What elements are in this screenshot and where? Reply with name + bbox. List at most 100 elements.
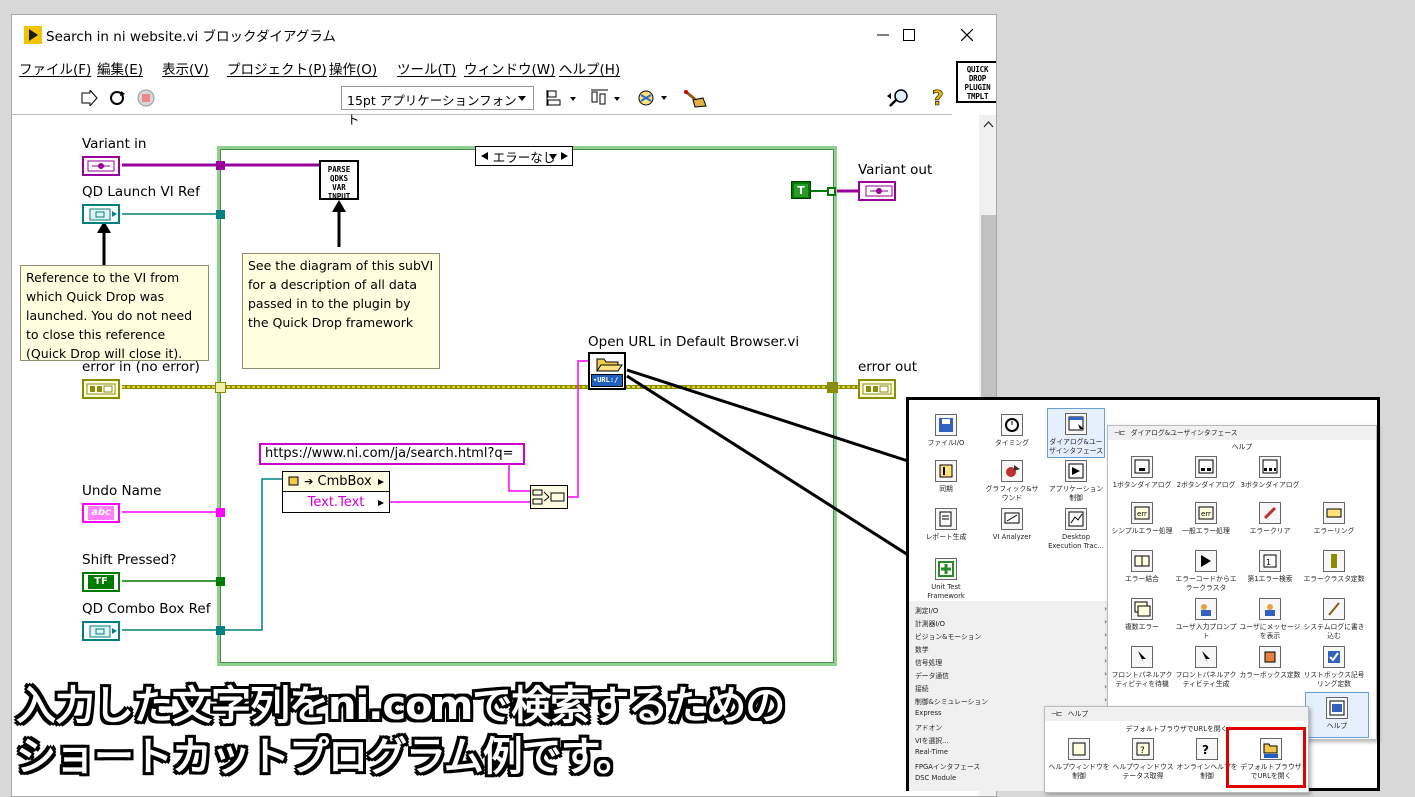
palette-vi-analyzer[interactable]: VI Analyzer	[983, 508, 1041, 542]
palette-application-control[interactable]: アプリケーション制御	[1047, 460, 1105, 502]
menu-window[interactable]: ウィンドウ(W)	[464, 58, 555, 78]
write-to-system-log[interactable]: システムログに書き込む	[1302, 598, 1366, 640]
parse-qdks-subvi[interactable]: PARSE QDKS VAR INPUT	[319, 160, 359, 201]
category-instrument-io[interactable]: 計測器I/O ›	[915, 618, 1107, 628]
category-connectivity[interactable]: 接続 ›	[915, 683, 1107, 693]
close-button[interactable]	[944, 21, 990, 49]
display-message-to-user[interactable]: ユーザにメッセージを表示	[1238, 598, 1302, 640]
palette-synchronization[interactable]: 同期	[917, 460, 975, 494]
sub-item-label: ユーザ入力プロンプト	[1175, 623, 1237, 640]
label-undo-name: Undo Name	[82, 483, 162, 499]
category-signal-processing[interactable]: 信号処理 ›	[915, 657, 1107, 667]
terminal-variant-out[interactable]	[858, 181, 896, 201]
terminal-qd-combo-ref[interactable]	[82, 621, 120, 641]
property-node-class: CmbBox	[317, 474, 372, 489]
vi-analyzer-icon	[1001, 508, 1023, 530]
general-error-handler[interactable]: err 一般エラー処理	[1174, 502, 1238, 536]
true-constant[interactable]: T	[791, 181, 811, 199]
palette-timing[interactable]: タイミング	[983, 414, 1041, 448]
subpalette-title: ダイアログ&ユーザインタフェース	[1130, 429, 1238, 437]
wait-for-front-panel-activity[interactable]: フロントパネルアクティビティを待機	[1110, 646, 1174, 688]
menu-view[interactable]: 表示(V)	[162, 58, 209, 78]
control-help-window[interactable]: ヘルプウィンドウを制御	[1047, 738, 1111, 780]
category-mathematics[interactable]: 数学 ›	[915, 644, 1107, 654]
run-button[interactable]	[78, 87, 100, 109]
color-box-constant[interactable]: カラーボックス定数	[1238, 646, 1302, 680]
category-data-communication[interactable]: データ通信 ›	[915, 670, 1107, 680]
merge-errors[interactable]: エラー結合	[1110, 550, 1174, 584]
simple-error-handler[interactable]: err シンプルエラー処理	[1110, 502, 1174, 536]
menu-tools[interactable]: ツール(T)	[397, 58, 456, 78]
url-string-constant[interactable]: https://www.ni.com/ja/search.html?q=	[259, 443, 525, 465]
align-objects-button[interactable]	[545, 87, 579, 109]
menu-help[interactable]: ヘルプ(H)	[559, 58, 620, 78]
reorder-button[interactable]	[634, 87, 670, 109]
generate-front-panel-activity[interactable]: フロントパネルアクティビティ生成	[1174, 646, 1238, 688]
variant-icon	[87, 160, 115, 172]
case-selector[interactable]: エラーなし	[475, 146, 573, 166]
category-label: ビジョン&モーション	[915, 633, 982, 641]
labview-app-icon	[24, 26, 42, 44]
listbox-symbol-ring-constant[interactable]: リストボックス記号リング定数	[1302, 646, 1366, 688]
distribute-objects-button[interactable]	[589, 87, 623, 109]
palette-item-label: Desktop Execution Trac...	[1048, 533, 1104, 550]
category-vision-motion[interactable]: ビジョン&モーション ›	[915, 631, 1107, 641]
menu-project[interactable]: プロジェクト(P)	[227, 58, 327, 78]
one-button-dialog[interactable]: 1ボタンダイアログ	[1110, 456, 1174, 490]
subpalette-section-label: ヘルプ	[1231, 443, 1253, 451]
error-code-to-cluster[interactable]: エラーコードからエラークラスタ	[1174, 550, 1238, 592]
menu-edit[interactable]: 編集(E)	[97, 58, 143, 78]
sub-item-label: ヘルプ	[1326, 722, 1348, 730]
increment-arrow-icon	[561, 152, 568, 160]
execution-trace-icon	[1065, 508, 1087, 530]
palette-item-label: 同期	[939, 485, 953, 493]
help-question-icon: ?	[932, 87, 944, 109]
abort-button[interactable]	[135, 87, 157, 109]
label-open-url-vi: Open URL in Default Browser.vi	[588, 334, 800, 350]
concatenate-strings-node[interactable]	[530, 485, 568, 509]
error-cluster-constant[interactable]: エラークラスタ定数	[1302, 550, 1366, 584]
clear-errors[interactable]: エラークリア	[1238, 502, 1302, 536]
palette-graphics-sound[interactable]: グラフィック&サウンド	[983, 460, 1041, 502]
get-help-window-status[interactable]: ? ヘルプウィンドウステータス取得	[1111, 738, 1175, 780]
error-ring[interactable]: エラーリング	[1302, 502, 1366, 536]
terminal-error-in[interactable]	[82, 379, 120, 399]
string-terminal-text: abc	[88, 506, 114, 520]
palette-file-io[interactable]: ファイルI/O	[917, 414, 975, 448]
two-button-dialog[interactable]: 2ボタンダイアログ	[1174, 456, 1238, 490]
menu-file[interactable]: ファイル(F)	[19, 58, 91, 78]
multiple-errors[interactable]: 複数エラー	[1110, 598, 1174, 632]
three-button-dialog[interactable]: 3ボタンダイアログ	[1238, 456, 1302, 490]
cleanup-diagram-button[interactable]	[680, 87, 708, 109]
palette-report-generation[interactable]: レポート生成	[917, 508, 975, 542]
terminal-undo-name[interactable]: abc	[82, 503, 120, 523]
terminal-shift-pressed[interactable]: TF	[82, 572, 120, 592]
search-button[interactable]	[886, 87, 912, 109]
combo-box-property-node[interactable]: ➔ CmbBox Text.Text	[282, 471, 390, 513]
run-continuously-button[interactable]	[105, 87, 129, 109]
maximize-button[interactable]	[886, 21, 932, 49]
run-arrow-icon	[81, 90, 98, 106]
open-url-subvi[interactable]: ▾URL:/	[588, 352, 626, 390]
font-select[interactable]: 15pt アプリケーションフォント	[341, 86, 534, 127]
dialog-window-icon	[1065, 413, 1087, 435]
palette-dialog-ui[interactable]: ダイアログ&ユーザインタフェース	[1047, 408, 1105, 458]
category-measurement-io[interactable]: 測定I/O ›	[915, 605, 1107, 615]
error-out-icon	[862, 383, 892, 395]
context-help-button[interactable]: ?	[927, 87, 949, 109]
menu-operate[interactable]: 操作(O)	[329, 58, 377, 78]
palette-desktop-execution-trace[interactable]: Desktop Execution Trac...	[1047, 508, 1105, 550]
find-first-error[interactable]: 1 第1エラー検索	[1238, 550, 1302, 584]
svg-text:err: err	[1201, 510, 1211, 518]
category-control-simulation[interactable]: 制御&シミュレーション ›	[915, 696, 1107, 706]
terminal-qd-launch-ref[interactable]	[82, 204, 120, 224]
prompt-user-for-input[interactable]: ユーザ入力プロンプト	[1174, 598, 1238, 640]
search-icon	[887, 89, 908, 107]
help-subpalette-tile[interactable]: ヘルプ	[1305, 692, 1369, 738]
category-label: 数学	[915, 646, 929, 654]
case-structure[interactable]	[217, 146, 837, 666]
category-label: データ通信	[915, 672, 949, 680]
terminal-variant-in[interactable]	[82, 156, 120, 176]
terminal-error-out[interactable]	[858, 379, 896, 399]
palette-unit-test-framework[interactable]: Unit Test Framework	[917, 558, 975, 600]
